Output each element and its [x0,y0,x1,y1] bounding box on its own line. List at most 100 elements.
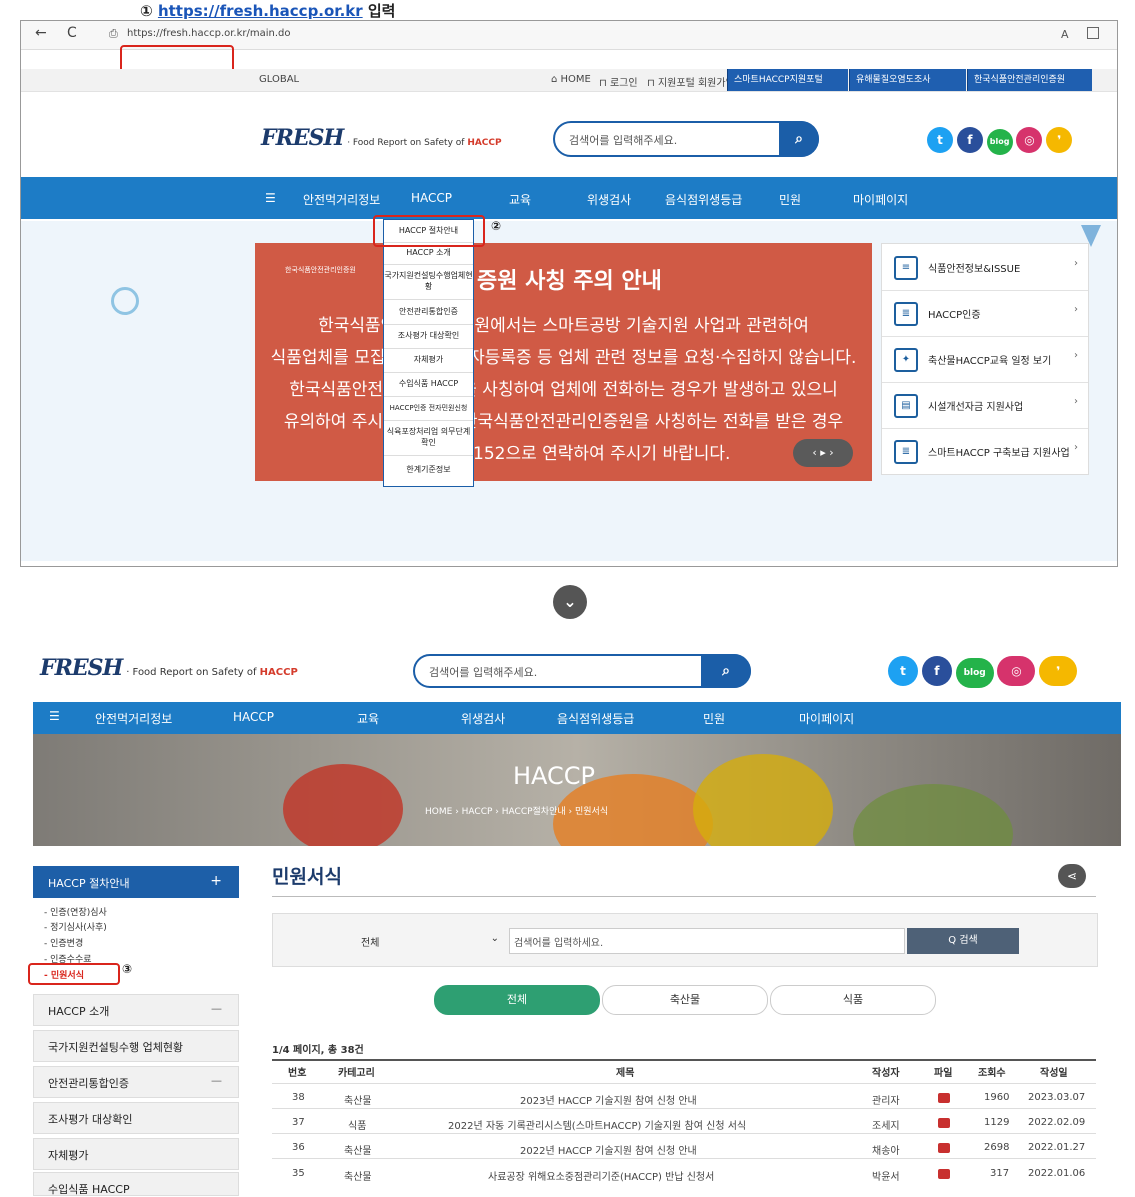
blog-icon[interactable]: blog [986,129,1013,155]
facebook-icon[interactable]: f [921,656,952,686]
portal-link-haccp-institute[interactable]: 한국식품안전관리인증원 [967,69,1092,91]
reload-icon[interactable]: C [67,25,77,41]
minus-icon: — [211,1002,222,1015]
twitter-icon[interactable]: t [927,127,953,153]
popup-line-1: 한국식품안전관리인증원에서는 스마트공방 기술지원 사업과 관련하여 [318,316,809,336]
search-icon[interactable]: ⌕ [701,654,751,688]
search-input-2[interactable]: 검색어를 입력해주세요. [429,664,537,680]
nav-item-civil[interactable]: 민원 [703,710,725,727]
instagram-icon[interactable]: ◎ [1016,127,1043,153]
browser-url[interactable]: https://fresh.haccp.or.kr/main.do [127,28,291,39]
dropdown-item-e-civil[interactable]: HACCP인증 전자민원신청 [384,396,473,421]
nav-item-education[interactable]: 교육 [357,710,379,727]
menu-icon[interactable]: ☰ [49,709,60,723]
nav-item-safe-food[interactable]: 안전먹거리정보 [95,710,172,727]
nav-item-mypage[interactable]: 마이페이지 [799,710,854,727]
header-search[interactable]: 검색어를 입력해주세요. ⌕ [553,121,819,157]
filter-search-button[interactable]: Q 검색 [907,928,1019,954]
step1-url[interactable]: https://fresh.haccp.or.kr [158,2,363,20]
nav-item-restaurant-grade[interactable]: 음식점위생등급 [665,191,742,208]
search-filter: 전체 ⌄ 검색어를 입력하세요. Q 검색 [272,913,1098,967]
tab-icon[interactable] [1087,27,1099,39]
sidebar-item-haccp-intro[interactable]: HACCP 소개 — [33,994,239,1026]
home-link[interactable]: ⌂ HOME [551,74,591,85]
quick-link-haccp-cert[interactable]: ≣ HACCP인증 › [882,290,1088,337]
nav-item-mypage[interactable]: 마이페이지 [853,191,908,208]
sidebar-sub-change[interactable]: - 인증변경 [44,936,83,949]
back-icon[interactable]: ← [35,25,47,41]
nav-item-inspection[interactable]: 위생검사 [461,710,505,727]
dropdown-item-consulting[interactable]: 국가지원컨설팅수행업체현황 [384,264,473,300]
nav-item-restaurant-grade[interactable]: 음식점위생등급 [557,710,634,727]
dropdown-item-integrated[interactable]: 안전관리통합인증 [384,300,473,325]
col-title: 제목 [616,1068,635,1079]
site-logo-2[interactable]: FRESH · Food Report on Safety of HACCP [40,655,298,681]
kakao-icon[interactable]: ❜ [1046,127,1073,153]
sidebar-item-self[interactable]: 자체평가 [33,1138,239,1170]
sidebar-item-consulting[interactable]: 국가지원컨설팅수행 업체현황 [33,1030,239,1062]
nav-item-inspection[interactable]: 위생검사 [587,191,631,208]
filter-search-input[interactable]: 검색어를 입력하세요. [509,928,905,954]
global-link[interactable]: GLOBAL [259,74,299,85]
page-title: 민원서식 [272,866,342,888]
nav-item-haccp[interactable]: HACCP [233,710,274,724]
dropdown-item-self[interactable]: 자체평가 [384,348,473,373]
nav-item-safe-food[interactable]: 안전먹거리정보 [303,191,380,208]
file-icon[interactable] [938,1093,950,1106]
dropdown-item-survey[interactable]: 조사평가 대상확인 [384,324,473,349]
breadcrumb-procedure[interactable]: HACCP절차안내 [502,807,566,817]
file-icon[interactable] [938,1118,950,1131]
blog-icon[interactable]: blog [955,658,994,688]
search-icon[interactable]: ⌕ [779,121,819,157]
global-bar: GLOBAL ⌂ HOME ⊓ 로그인 ⊓ 지원포털 회원가입 스마트HACCP… [21,69,1117,92]
portal-link-contaminant[interactable]: 유해물질오염도조사 [849,69,966,91]
col-date: 작성일 [1040,1068,1068,1079]
facebook-icon[interactable]: f [956,127,983,153]
tab-livestock[interactable]: 축산물 [602,985,768,1015]
search-input[interactable]: 검색어를 입력해주세요. [569,132,677,148]
col-views: 조회수 [978,1068,1006,1079]
file-icon[interactable] [938,1143,950,1156]
sidebar-item-survey[interactable]: 조사평가 대상확인 [33,1102,239,1134]
sidebar-sub-cert-review[interactable]: - 인증(연장)심사 [44,905,107,918]
join-link[interactable]: ⊓ 지원포털 회원가입 [647,74,735,89]
reader-icon[interactable]: A [1061,28,1069,41]
site-logo[interactable]: FRESH · Food Report on Safety of HACCP [261,125,502,151]
dropdown-item-limits[interactable]: 한계기준정보 [384,456,473,484]
file-icon[interactable] [938,1169,950,1182]
quick-link-facility-fund[interactable]: ▤ 시설개선자금 지원사업 › [882,382,1088,429]
sidebar-header[interactable]: HACCP 절차안내 + [33,866,239,898]
sidebar-item-integrated[interactable]: 안전관리통합인증 — [33,1066,239,1098]
notice-popup[interactable]: 한국식품안전관리인증원 증원 사칭 주의 안내 한국식품안전관리인증원에서는 스… [255,243,872,481]
nav-item-haccp[interactable]: HACCP [411,191,452,205]
quick-link-livestock-edu[interactable]: ✦ 축산물HACCP교육 일정 보기 › [882,336,1088,383]
quick-links-panel: ≡ 식품안전정보&ISSUE › ≣ HACCP인증 › ✦ 축산물HACCP교육 일정 … [881,243,1089,475]
breadcrumb-home[interactable]: HOME [425,807,452,817]
share-icon[interactable]: ⋖ [1058,864,1086,888]
social-links: t f blog ◎ ❜ [927,127,1073,155]
page-banner: HACCP HOME › HACCP › HACCP절차안내 › 민원서식 [33,734,1121,846]
quick-link-food-issue[interactable]: ≡ 식품안전정보&ISSUE › [882,244,1088,291]
breadcrumb-haccp[interactable]: HACCP [462,807,493,817]
dropdown-item-import[interactable]: 수입식품 HACCP [384,372,473,397]
tab-food[interactable]: 식품 [770,985,936,1015]
login-link[interactable]: ⊓ 로그인 [599,74,638,89]
twitter-icon[interactable]: t [888,656,918,686]
dropdown-item-meat[interactable]: 식육포장처리업 의무단계 확인 [384,420,473,456]
nav-item-education[interactable]: 교육 [509,191,531,208]
nav-item-civil[interactable]: 민원 [779,191,801,208]
category-select[interactable]: 전체 ⌄ [345,930,505,950]
quick-link-smart-haccp[interactable]: ≣ 스마트HACCP 구축보급 지원사업 › [882,428,1088,474]
tab-all[interactable]: 전체 [434,985,600,1015]
instagram-icon[interactable]: ◎ [997,656,1036,686]
menu-icon[interactable]: ☰ [265,191,276,205]
header-search-2[interactable]: 검색어를 입력해주세요. ⌕ [413,654,751,688]
portal-link-smart-haccp[interactable]: 스마트HACCP지원포털 [727,69,848,91]
kakao-icon[interactable]: ❜ [1039,656,1078,686]
sidebar-sub-periodic[interactable]: - 정기심사(사후) [44,920,107,933]
popup-pager[interactable]: ‹ ▸ › [793,439,853,467]
title-divider [272,896,1096,897]
plus-icon[interactable]: + [210,873,222,889]
banner-title: HACCP [513,762,596,790]
sidebar-item-import[interactable]: 수입식품 HACCP [33,1172,239,1196]
